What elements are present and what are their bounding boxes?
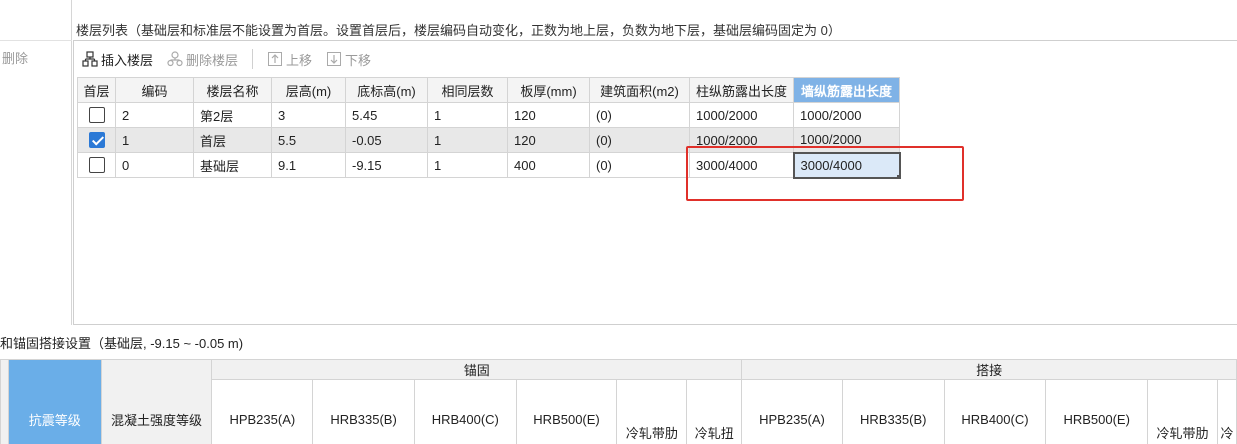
first-floor-checkbox[interactable] [88, 107, 105, 124]
insert-floor-label: 插入楼层 [101, 52, 154, 68]
table-row[interactable]: 0 基础层 9.1 -9.15 1 400 (0) 3000/4000 3000… [77, 151, 901, 179]
floor-height-cell[interactable]: 3 [271, 102, 346, 128]
wall-rebar-cell[interactable]: 1000/2000 [793, 127, 900, 153]
column-rebar-cell[interactable]: 1000/2000 [689, 102, 794, 128]
anchorage-col-cold-rolled-twisted[interactable]: 冷轧扭 [686, 379, 743, 444]
toolbar-divider [252, 49, 254, 69]
anchor-table-group-row: 抗震等级 混凝土强度等级 锚固 搭接 [0, 359, 1237, 444]
anchorage-col-hrb500[interactable]: HRB500(E) [515, 379, 618, 444]
floor-height-cell[interactable]: 9.1 [271, 152, 346, 178]
code-cell[interactable]: 0 [115, 152, 194, 178]
col-header-bottom-elevation[interactable]: 底标高(m) [345, 77, 428, 103]
seismic-grade-header[interactable]: 抗震等级 [7, 359, 102, 444]
same-floors-cell[interactable]: 1 [427, 127, 508, 153]
anchorage-col-cold-rolled-ribbed[interactable]: 冷轧带肋 [616, 379, 688, 444]
building-area-cell[interactable]: (0) [589, 152, 690, 178]
lap-col-hrb400[interactable]: HRB400(C) [943, 379, 1047, 444]
first-floor-cell[interactable] [77, 152, 116, 178]
arrow-up-icon [267, 51, 283, 67]
anchorage-col-hpb235[interactable]: HPB235(A) [211, 379, 314, 444]
wall-rebar-cell[interactable]: 1000/2000 [793, 102, 900, 128]
column-rebar-cell[interactable]: 3000/4000 [689, 152, 794, 178]
first-floor-checkbox[interactable] [88, 132, 105, 149]
table-row[interactable]: 1 首层 5.5 -0.05 1 120 (0) 1000/2000 1000/… [77, 127, 900, 153]
floor-name-cell[interactable]: 首层 [193, 127, 272, 153]
arrow-down-icon [326, 51, 342, 67]
floor-toolbar: 插入楼层 删除楼层 上移 下移 [74, 41, 1237, 77]
lap-col-cold-rolled-partial[interactable]: 冷 [1216, 379, 1237, 444]
col-header-floor-name[interactable]: 楼层名称 [193, 77, 272, 103]
anchorage-group-header: 锚固 [211, 359, 743, 380]
col-header-same-floors[interactable]: 相同层数 [427, 77, 508, 103]
left-panel-divider [0, 40, 72, 41]
anchorage-col-hrb400[interactable]: HRB400(C) [413, 379, 517, 444]
delete-floor-icon [167, 51, 183, 67]
anchor-settings-title: 和锚固搭接设置（基础层, -9.15 ~ -0.05 m) [0, 336, 244, 351]
delete-floor-button[interactable]: 删除楼层 [167, 50, 238, 69]
col-header-floor-height[interactable]: 层高(m) [271, 77, 346, 103]
code-cell[interactable]: 1 [115, 127, 194, 153]
floor-table-header: 首层 编码 楼层名称 层高(m) 底标高(m) 相同层数 板厚(mm) 建筑面积… [77, 77, 900, 103]
anchor-lap-table: 抗震等级 混凝土强度等级 锚固 搭接 HPB235(A) HRB335(B) H… [0, 359, 1237, 444]
floor-height-cell[interactable]: 5.5 [271, 127, 346, 153]
slab-thickness-cell[interactable]: 400 [507, 152, 590, 178]
move-down-button[interactable]: 下移 [326, 50, 371, 69]
floor-name-cell[interactable]: 基础层 [193, 152, 272, 178]
floor-list-title: 楼层列表（基础层和标准层不能设置为首层。设置首层后，楼层编码自动变化，正数为地上… [76, 23, 841, 38]
col-header-wall-rebar-length[interactable]: 墙纵筋露出长度 [793, 77, 900, 103]
move-up-label: 上移 [286, 52, 313, 68]
col-header-slab-thickness[interactable]: 板厚(mm) [507, 77, 590, 103]
concrete-grade-header[interactable]: 混凝土强度等级 [100, 359, 213, 444]
lap-col-hpb235[interactable]: HPB235(A) [741, 379, 843, 444]
move-up-button[interactable]: 上移 [267, 50, 312, 69]
col-header-code[interactable]: 编码 [115, 77, 194, 103]
delete-floor-label: 删除楼层 [186, 52, 239, 68]
code-cell[interactable]: 2 [115, 102, 194, 128]
col-header-column-rebar-length[interactable]: 柱纵筋露出长度 [689, 77, 794, 103]
row-edge-cell [0, 359, 9, 444]
building-area-cell[interactable]: (0) [589, 102, 690, 128]
floor-table: 首层 编码 楼层名称 层高(m) 底标高(m) 相同层数 板厚(mm) 建筑面积… [77, 77, 901, 179]
move-down-label: 下移 [345, 52, 372, 68]
col-header-building-area[interactable]: 建筑面积(m2) [589, 77, 690, 103]
insert-floor-button[interactable]: 插入楼层 [82, 50, 153, 69]
lap-col-hrb500[interactable]: HRB500(E) [1045, 379, 1149, 444]
column-rebar-cell[interactable]: 1000/2000 [689, 127, 794, 153]
first-floor-cell[interactable] [77, 102, 116, 128]
floor-name-cell[interactable]: 第2层 [193, 102, 272, 128]
building-area-cell[interactable]: (0) [589, 127, 690, 153]
lap-group-header: 搭接 [741, 359, 1237, 380]
delete-button-left[interactable]: 删除 [0, 48, 72, 67]
lap-col-cold-rolled-ribbed[interactable]: 冷轧带肋 [1147, 379, 1218, 444]
first-floor-checkbox[interactable] [88, 157, 105, 174]
slab-thickness-cell[interactable]: 120 [507, 127, 590, 153]
slab-thickness-cell[interactable]: 120 [507, 102, 590, 128]
left-panel: 删除 [0, 0, 72, 325]
lap-col-hrb335[interactable]: HRB335(B) [841, 379, 945, 444]
insert-floor-icon [82, 51, 98, 67]
table-row[interactable]: 2 第2层 3 5.45 1 120 (0) 1000/2000 1000/20… [77, 102, 900, 128]
wall-rebar-cell-active[interactable]: 3000/4000 [792, 151, 901, 179]
bottom-elevation-cell[interactable]: -9.15 [345, 152, 428, 178]
floor-list-panel: 插入楼层 删除楼层 上移 下移 首层 编码 楼层名称 层高(m) 底标高(m) … [73, 40, 1237, 325]
bottom-elevation-cell[interactable]: 5.45 [345, 102, 428, 128]
anchorage-col-hrb335[interactable]: HRB335(B) [312, 379, 415, 444]
first-floor-cell[interactable] [77, 127, 116, 153]
same-floors-cell[interactable]: 1 [427, 152, 508, 178]
same-floors-cell[interactable]: 1 [427, 102, 508, 128]
bottom-elevation-cell[interactable]: -0.05 [345, 127, 428, 153]
col-header-first-floor[interactable]: 首层 [77, 77, 116, 103]
